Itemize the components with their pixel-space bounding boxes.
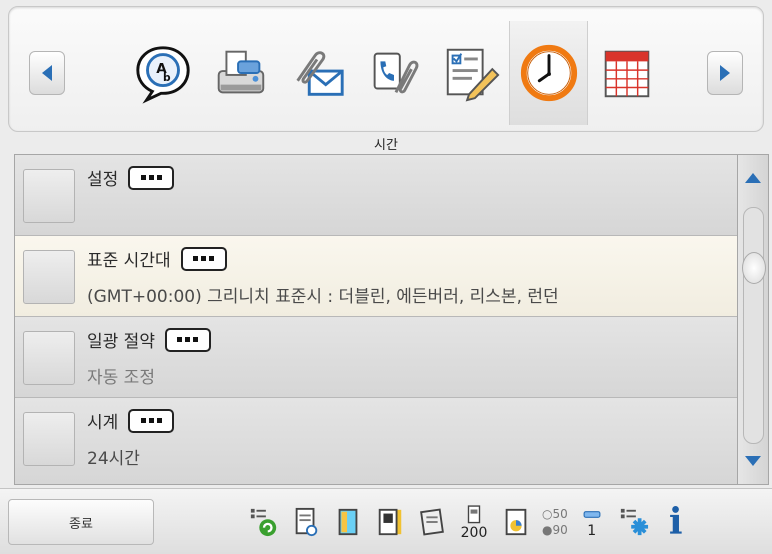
list-item-time-zone[interactable]: 표준 시간대 (GMT+00:00) 그리니치 표준시 : 더블린, 에든버러,… <box>15 236 737 317</box>
exit-button[interactable]: 종료 <box>8 499 154 545</box>
notes-icon <box>420 508 444 536</box>
list-item-settings[interactable]: 설정 <box>15 155 737 236</box>
scroll-down-icon[interactable] <box>745 456 761 466</box>
more-dot-icon <box>177 337 183 342</box>
status-item-paper[interactable] <box>330 500 366 544</box>
more-options-button[interactable] <box>164 327 211 352</box>
arrow-right-icon <box>720 65 730 81</box>
carousel-prev-button[interactable] <box>29 51 65 95</box>
row-value: (GMT+00:00) 그리니치 표준시 : 더블린, 에든버러, 리스본, 런… <box>87 287 559 307</box>
page-count-value: 200 <box>460 525 488 541</box>
icon-carousel: A b <box>8 6 764 132</box>
row-title: 일광 절약 <box>87 332 155 352</box>
status-item-notes[interactable] <box>414 500 450 544</box>
printer-icon <box>217 50 264 94</box>
row-checkbox[interactable] <box>23 250 75 304</box>
status-item-document[interactable] <box>288 500 324 544</box>
svg-text:b: b <box>163 71 171 84</box>
status-item-job[interactable] <box>372 500 408 544</box>
status-item-network[interactable] <box>246 500 282 544</box>
more-options-button[interactable] <box>180 246 227 271</box>
carousel-items: A b <box>124 21 665 125</box>
tray-count-value: 1 <box>587 523 597 539</box>
phone-attachment-icon <box>373 52 418 94</box>
list-scrollbar[interactable] <box>738 154 769 485</box>
carousel-next-button[interactable] <box>707 51 743 95</box>
toner-level-top: 50 <box>552 507 568 521</box>
row-value: 24시간 <box>87 449 140 469</box>
row-checkbox[interactable] <box>23 169 75 223</box>
carousel-item-clock[interactable] <box>509 21 588 125</box>
more-dot-icon <box>156 175 162 180</box>
status-bar: 종료 200 ○50 ●90 1 i <box>0 488 772 554</box>
more-dot-icon <box>193 337 199 342</box>
more-dot-icon <box>140 418 146 423</box>
more-dot-icon <box>148 418 154 423</box>
more-dot-icon <box>156 418 162 423</box>
settings-list-icon <box>620 508 648 536</box>
settings-list: 설정 표준 시간대 (GMT+00:00) 그리니치 표준시 : 더블린, 에든… <box>14 154 738 485</box>
carousel-item-calendar[interactable] <box>588 21 665 125</box>
row-checkbox[interactable] <box>23 331 75 385</box>
scroll-track[interactable] <box>742 207 766 444</box>
more-dot-icon <box>185 337 191 342</box>
toner-levels: ○50 ●90 <box>542 506 568 538</box>
list-item-daylight-saving[interactable]: 일광 절약 자동 조정 <box>15 317 737 398</box>
status-item-toner[interactable] <box>498 500 534 544</box>
list-item-clock[interactable]: 시계 24시간 <box>15 398 737 484</box>
section-title: 시간 <box>374 138 398 153</box>
status-item-tray[interactable]: 1 <box>574 500 610 544</box>
network-refresh-icon <box>250 508 277 537</box>
more-options-button[interactable] <box>128 165 175 190</box>
status-item-info[interactable]: i <box>658 500 694 544</box>
status-item-page-count[interactable]: 200 <box>456 500 492 544</box>
row-value: 자동 조정 <box>87 368 155 388</box>
row-title: 설정 <box>87 170 119 190</box>
print-job-icon <box>378 508 402 536</box>
toner-level-bottom: 90 <box>552 523 568 537</box>
row-checkbox[interactable] <box>23 412 75 466</box>
row-title: 시계 <box>87 413 119 433</box>
info-icon: i <box>668 501 683 543</box>
carousel-item-printer[interactable] <box>201 21 278 125</box>
more-dot-icon <box>209 256 215 261</box>
tray-icon <box>583 511 601 518</box>
scroll-up-icon[interactable] <box>745 173 761 183</box>
toner-full-icon: ● <box>542 523 553 537</box>
form-edit-icon <box>446 48 499 102</box>
toner-low-icon: ○ <box>542 507 553 521</box>
status-item-settings[interactable] <box>616 500 652 544</box>
page-count-icon <box>467 505 481 524</box>
document-stack-icon <box>295 507 318 537</box>
row-title: 표준 시간대 <box>87 251 171 271</box>
more-dot-icon <box>148 175 154 180</box>
calendar-icon <box>604 50 649 98</box>
carousel-item-language[interactable]: A b <box>124 21 201 125</box>
toner-chart-icon <box>505 508 527 536</box>
more-dot-icon <box>193 256 199 261</box>
arrow-left-icon <box>42 65 52 81</box>
paper-color-icon <box>338 508 358 536</box>
more-options-button[interactable] <box>128 408 175 433</box>
carousel-item-attachment-mail[interactable] <box>278 21 355 125</box>
scroll-thumb[interactable] <box>742 252 766 284</box>
clock-icon <box>520 44 577 102</box>
more-dot-icon <box>201 256 207 261</box>
language-speech-icon: A b <box>135 46 190 104</box>
carousel-item-form-edit[interactable] <box>432 21 509 125</box>
more-dot-icon <box>140 175 146 180</box>
attachment-mail-icon <box>295 51 344 96</box>
status-icons: 200 ○50 ●90 1 i <box>246 497 694 547</box>
carousel-item-phone-attachment[interactable] <box>355 21 432 125</box>
